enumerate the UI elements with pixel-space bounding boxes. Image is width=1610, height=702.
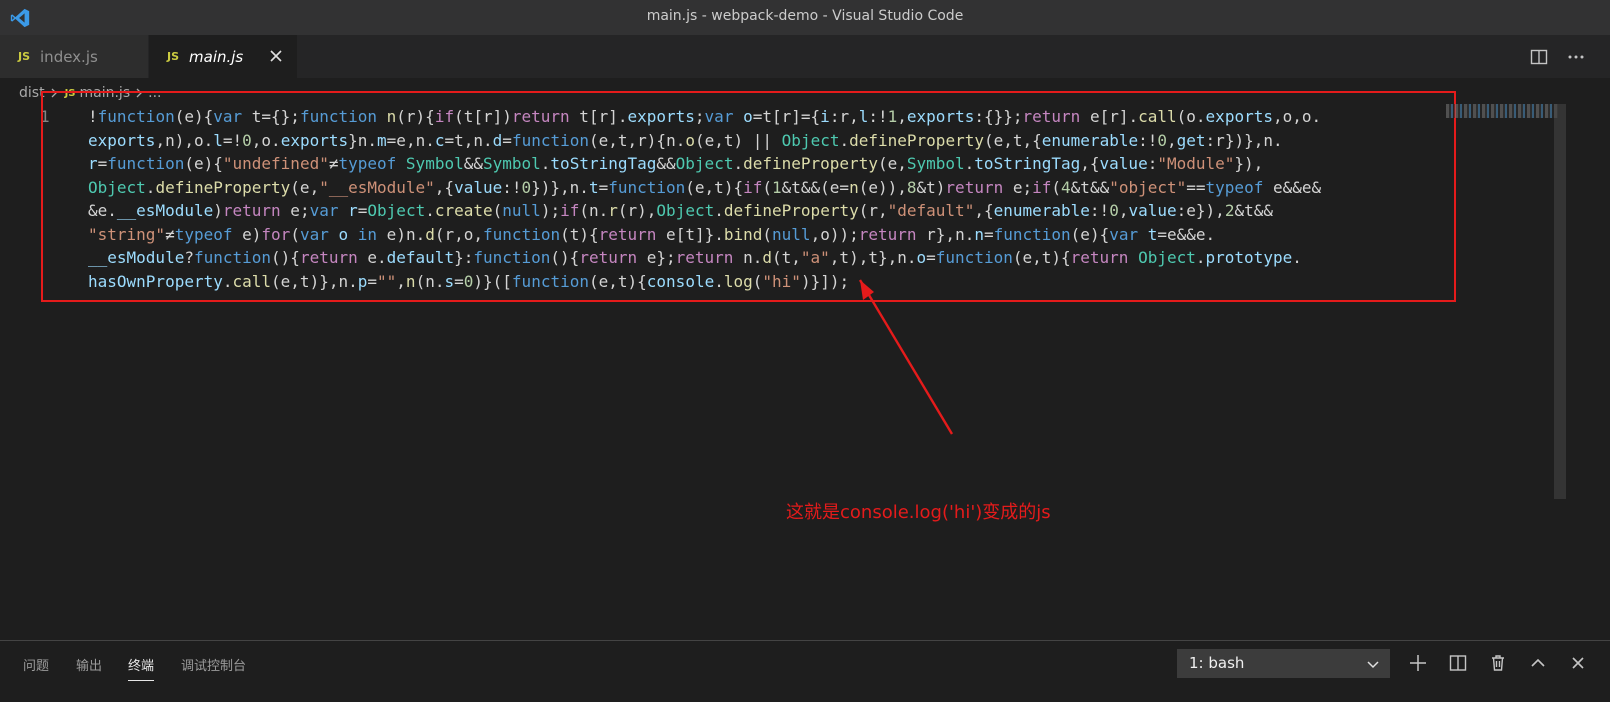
trash-icon[interactable]	[1487, 652, 1509, 674]
chevron-down-icon	[1367, 661, 1379, 669]
panel-tab-problems[interactable]: 问题	[23, 655, 49, 674]
split-editor-icon[interactable]	[1529, 47, 1549, 67]
tab-label: main.js	[189, 47, 244, 66]
close-panel-icon[interactable]	[1567, 652, 1589, 674]
split-terminal-icon[interactable]	[1447, 652, 1469, 674]
js-file-icon: JS	[18, 50, 31, 63]
annotation-arrow	[858, 279, 954, 435]
panel-tab-terminal[interactable]: 终端	[128, 655, 155, 681]
annotation-text: 这就是console.log('hi')变成的js	[786, 502, 1051, 523]
close-icon[interactable]	[267, 47, 285, 65]
chevron-up-icon[interactable]	[1527, 652, 1549, 674]
tab-label: index.js	[40, 47, 98, 66]
plus-icon[interactable]	[1407, 652, 1429, 674]
terminal-select-value: 1: bash	[1189, 654, 1245, 672]
panel-tab-debug-console[interactable]: 调试控制台	[181, 655, 246, 674]
window-title: main.js - webpack-demo - Visual Studio C…	[646, 8, 964, 24]
tab-main-js[interactable]: JS main.js	[149, 35, 297, 78]
minimap[interactable]	[1446, 104, 1558, 118]
terminal-select[interactable]: 1: bash	[1177, 649, 1390, 678]
panel-tab-output[interactable]: 输出	[76, 655, 102, 674]
editor-tab-bar: JS index.js JS main.js	[0, 35, 1610, 78]
tab-index-js[interactable]: JS index.js	[0, 35, 148, 78]
editor-scrollbar[interactable]	[1554, 104, 1566, 499]
title-bar: main.js - webpack-demo - Visual Studio C…	[0, 0, 1610, 35]
more-actions-icon[interactable]	[1566, 47, 1586, 67]
highlight-box	[41, 91, 1456, 302]
js-file-icon: JS	[167, 50, 180, 63]
